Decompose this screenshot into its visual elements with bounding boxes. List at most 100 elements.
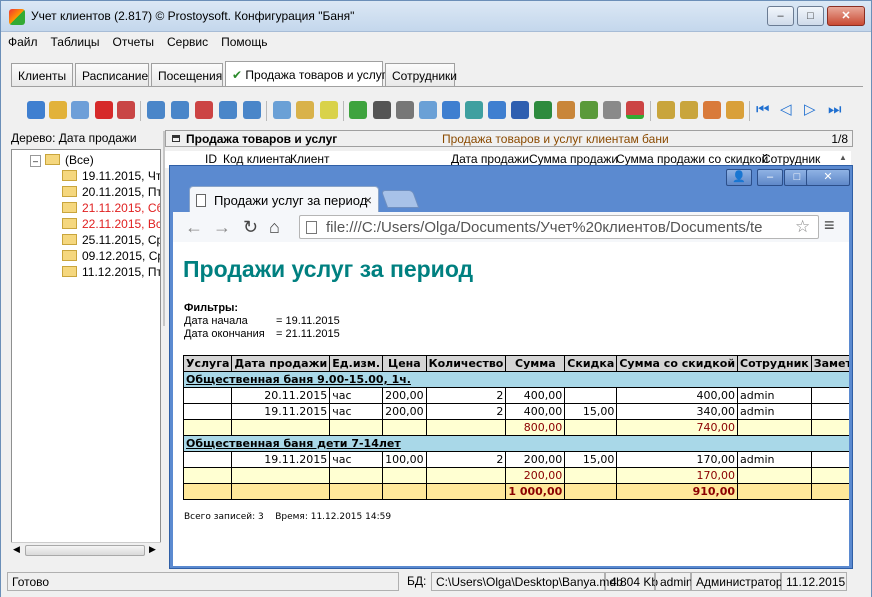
group-icon[interactable]: [296, 101, 314, 119]
menu-tables[interactable]: Таблицы: [44, 32, 106, 49]
tab-close-icon[interactable]: ×: [364, 192, 372, 208]
tree-hscrollbar[interactable]: ◀ ▶: [11, 542, 161, 557]
filter-remove-icon[interactable]: [171, 101, 189, 119]
new-tab-button[interactable]: [380, 190, 420, 208]
col-sale-sum-discount[interactable]: Сумма продажи со скидкой: [616, 152, 768, 166]
funnel-icon[interactable]: [273, 101, 291, 119]
browser-minimize-button[interactable]: –: [757, 169, 783, 186]
filter-start: Дата начала = 19.11.2015: [184, 315, 340, 327]
tree-item[interactable]: 22.11.2015, Вс: [62, 217, 160, 231]
col-id[interactable]: ID: [205, 152, 217, 166]
status-bar: Готово БД: C:\Users\Olga\Desktop\Banya.m…: [1, 569, 871, 597]
col-employee[interactable]: Сотрудник: [762, 152, 820, 166]
menu-file[interactable]: Файл: [1, 32, 44, 49]
menu-help[interactable]: Помощь: [214, 32, 273, 49]
total-cell: [182, 483, 233, 500]
col-sale-date[interactable]: Дата продажи: [451, 152, 529, 166]
tree-item[interactable]: 11.12.2015, Пт: [62, 265, 160, 279]
csv-icon[interactable]: [557, 101, 575, 119]
refresh-icon[interactable]: [349, 101, 367, 119]
menu-reports[interactable]: Отчеты: [106, 32, 160, 49]
excel-icon[interactable]: [534, 101, 552, 119]
tree-item-label: 09.12.2015, Ср: [82, 249, 161, 263]
next-record-icon[interactable]: ▷: [804, 101, 822, 119]
maximize-button[interactable]: □: [797, 6, 824, 26]
tab-sales[interactable]: ✔ Продажа товаров и услуг: [225, 61, 386, 86]
subtotal-cell: [425, 419, 507, 436]
home-icon[interactable]: ⌂: [269, 217, 280, 238]
table-row: 19.11.2015 час 100,00 2 200,00 15,00 170,00 adm…: [182, 451, 849, 468]
tab-schedule[interactable]: Расписание: [75, 63, 149, 87]
word-icon[interactable]: [511, 101, 529, 119]
first-record-icon[interactable]: ⏮: [756, 101, 774, 119]
browser-tab[interactable]: Продажи услуг за период ×: [189, 186, 379, 213]
close-button[interactable]: ✕: [827, 6, 865, 26]
report-title: Продажи услуг за период: [183, 256, 474, 282]
cell-employee: admin: [737, 451, 812, 468]
tree-item[interactable]: 19.11.2015, Чт: [62, 169, 160, 183]
export-icon[interactable]: [27, 101, 45, 119]
print-icon[interactable]: [396, 101, 414, 119]
html-icon[interactable]: [603, 101, 621, 119]
title-bar[interactable]: Учет клиентов (2.817) © Prostoysoft. Кон…: [1, 1, 871, 32]
tree-item[interactable]: 09.12.2015, Ср: [62, 249, 161, 263]
bookmark-star-icon[interactable]: ☆: [795, 217, 810, 237]
menu-service[interactable]: Сервис: [160, 32, 214, 49]
tree-item[interactable]: 25.11.2015, Ср: [62, 233, 160, 247]
window-title: Учет клиентов (2.817) © Prostoysoft. Кон…: [31, 9, 355, 23]
col-sale-sum[interactable]: Сумма продажи: [529, 152, 618, 166]
tab-visits[interactable]: Посещения: [151, 63, 223, 87]
filter-clear-icon[interactable]: [195, 101, 213, 119]
date-tree[interactable]: – (Все) 19.11.2015, Чт 20.11.2015, Пт 21.…: [11, 149, 161, 557]
copy-icon[interactable]: [71, 101, 89, 119]
cell-date: 19.11.2015: [231, 451, 331, 468]
filter-icon[interactable]: [147, 101, 165, 119]
last-record-icon[interactable]: ⏭: [828, 101, 846, 119]
subtotal-cell: [329, 419, 384, 436]
edit-icon[interactable]: [49, 101, 67, 119]
browser-menu-icon[interactable]: ≡: [824, 215, 835, 236]
tab-employees[interactable]: Сотрудники: [385, 63, 457, 87]
report-icon[interactable]: [442, 101, 460, 119]
forward-icon[interactable]: →: [213, 217, 231, 238]
table-icon[interactable]: [703, 101, 721, 119]
preview-icon[interactable]: [419, 101, 437, 119]
tree-item[interactable]: 21.11.2015, Сб: [62, 201, 160, 215]
report-page: Продажи услуг за период Фильтры: Дата на…: [173, 242, 849, 566]
col-client[interactable]: Клиент: [290, 152, 330, 166]
reload-icon[interactable]: ↻: [243, 217, 258, 238]
filter-custom-icon[interactable]: [243, 101, 261, 119]
prev-record-icon[interactable]: ◁: [780, 101, 798, 119]
filter-select-icon[interactable]: [219, 101, 237, 119]
minimize-button[interactable]: –: [767, 6, 794, 26]
collapse-icon[interactable]: –: [30, 155, 42, 167]
scroll-thumb[interactable]: [25, 545, 145, 556]
delete-all-icon[interactable]: [117, 101, 135, 119]
cell-qty: 2: [425, 403, 507, 420]
doc-add-icon[interactable]: [680, 101, 698, 119]
url-input[interactable]: file:///C:/Users/Olga/Documents/Учет%20к…: [299, 215, 819, 239]
tree-item-label: 20.11.2015, Пт: [82, 185, 161, 199]
report-3-icon[interactable]: [488, 101, 506, 119]
scroll-right-icon[interactable]: ▶: [149, 544, 156, 555]
browser-user-icon[interactable]: 👤: [726, 169, 752, 186]
back-icon[interactable]: ←: [185, 217, 203, 238]
tree-root[interactable]: – (Все): [30, 153, 94, 167]
tab-clients[interactable]: Клиенты: [11, 63, 73, 87]
subtotal-row: 800,00 740,00: [182, 419, 849, 436]
xml-icon[interactable]: [580, 101, 598, 119]
doc-list-icon[interactable]: [657, 101, 675, 119]
tree-item[interactable]: 20.11.2015, Пт: [62, 185, 161, 199]
scroll-up-icon[interactable]: ▲: [839, 153, 847, 162]
col-client-code[interactable]: Код клиента: [223, 152, 291, 166]
table-edit-icon[interactable]: [726, 101, 744, 119]
chart-icon[interactable]: [626, 101, 644, 119]
scroll-left-icon[interactable]: ◀: [13, 544, 20, 555]
total-cell: [737, 483, 812, 500]
sql-icon[interactable]: [320, 101, 338, 119]
find-icon[interactable]: [373, 101, 391, 119]
subtotal-cell: [737, 419, 812, 436]
browser-close-button[interactable]: ✕: [806, 169, 850, 186]
delete-icon[interactable]: [95, 101, 113, 119]
report-2-icon[interactable]: [465, 101, 483, 119]
